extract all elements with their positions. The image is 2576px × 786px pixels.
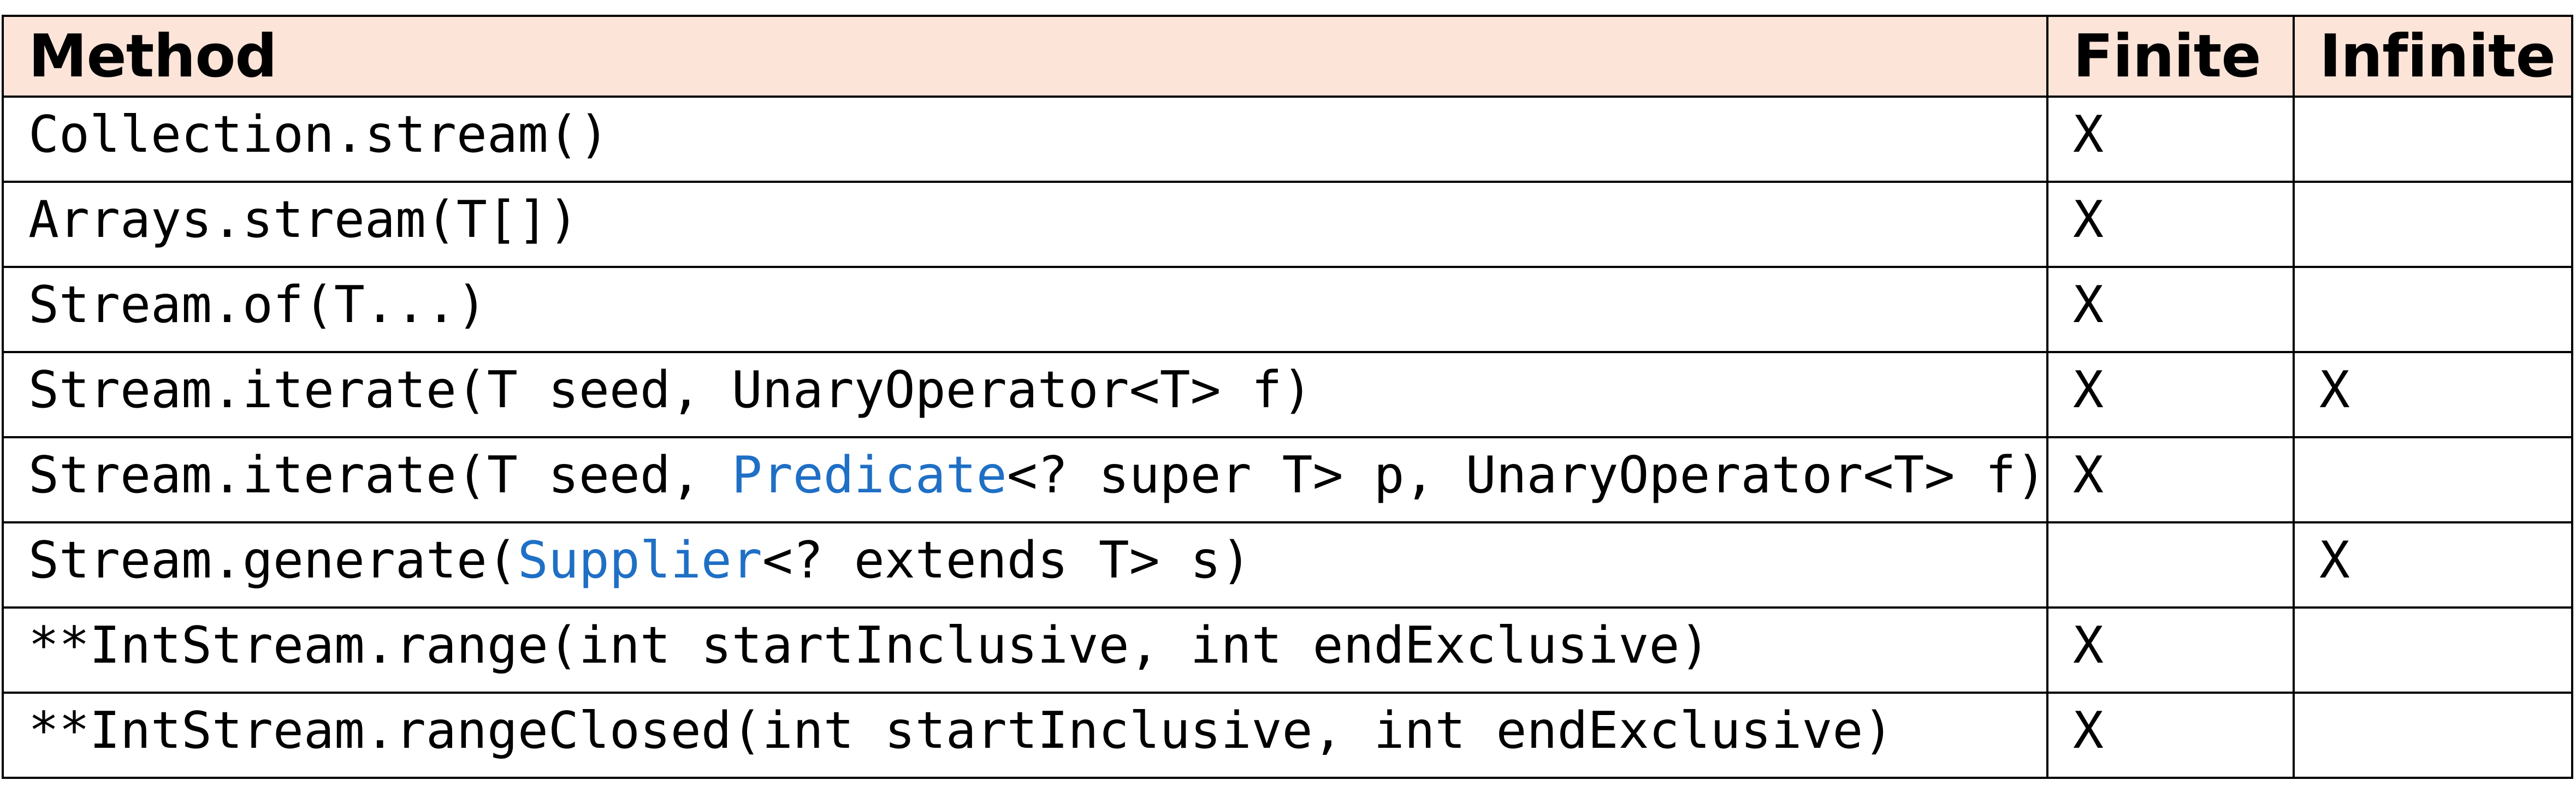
- table-row: Stream.generate(Supplier<? extends T> s)…: [2, 521, 2573, 609]
- supplier-link[interactable]: Supplier: [518, 531, 762, 590]
- method-text: Stream.iterate(T seed, UnaryOperator<T> …: [28, 360, 1313, 419]
- finite-cell: X: [2046, 266, 2295, 353]
- finite-cell: X: [2046, 606, 2295, 694]
- table-row: **IntStream.rangeClosed(int startInclusi…: [2, 692, 2573, 779]
- method-text-suffix: <? extends T> s): [762, 531, 1252, 590]
- method-cell: Stream.iterate(T seed, UnaryOperator<T> …: [2, 351, 2048, 438]
- method-text-suffix: <? super T> p, UnaryOperator<T> f): [1006, 445, 2047, 504]
- method-cell: Collection.stream(): [2, 96, 2048, 183]
- column-header-method: Method: [2, 15, 2048, 98]
- infinite-cell: [2293, 96, 2573, 183]
- method-text: Stream.of(T...): [28, 275, 487, 334]
- stream-methods-table: Method Finite Infinite Collection.stream…: [2, 15, 2573, 779]
- table-row: Arrays.stream(T[]) X: [2, 181, 2573, 268]
- method-text: Arrays.stream(T[]): [28, 190, 579, 249]
- method-cell: Stream.iterate(T seed, Predicate<? super…: [2, 436, 2048, 523]
- method-cell: **IntStream.rangeClosed(int startInclusi…: [2, 692, 2048, 779]
- method-text: Stream.iterate(T seed,: [28, 445, 732, 504]
- infinite-cell: [2293, 436, 2573, 523]
- column-header-infinite: Infinite: [2293, 15, 2573, 98]
- method-text: Stream.generate(: [28, 531, 518, 590]
- column-header-finite: Finite: [2046, 15, 2295, 98]
- method-text: Collection.stream(): [28, 105, 609, 164]
- method-cell: Stream.generate(Supplier<? extends T> s): [2, 521, 2048, 609]
- finite-cell: [2046, 521, 2295, 609]
- method-cell: Arrays.stream(T[]): [2, 181, 2048, 268]
- stream-methods-table-container: Method Finite Infinite Collection.stream…: [2, 15, 2573, 779]
- infinite-cell: [2293, 181, 2573, 268]
- table-header-row: Method Finite Infinite: [2, 15, 2573, 98]
- infinite-cell: X: [2293, 351, 2573, 438]
- finite-cell: X: [2046, 436, 2295, 523]
- method-cell: **IntStream.range(int startInclusive, in…: [2, 606, 2048, 694]
- infinite-cell: [2293, 692, 2573, 779]
- table-row: Stream.of(T...) X: [2, 266, 2573, 353]
- method-text: **IntStream.rangeClosed(int startInclusi…: [28, 701, 1894, 760]
- predicate-link[interactable]: Predicate: [732, 445, 1007, 504]
- method-text: **IntStream.range(int startInclusive, in…: [28, 616, 1710, 675]
- table-row: Collection.stream() X: [2, 96, 2573, 183]
- finite-cell: X: [2046, 181, 2295, 268]
- infinite-cell: [2293, 606, 2573, 694]
- method-cell: Stream.of(T...): [2, 266, 2048, 353]
- finite-cell: X: [2046, 692, 2295, 779]
- infinite-cell: X: [2293, 521, 2573, 609]
- table-row: Stream.iterate(T seed, Predicate<? super…: [2, 436, 2573, 523]
- table-row: Stream.iterate(T seed, UnaryOperator<T> …: [2, 351, 2573, 438]
- finite-cell: X: [2046, 96, 2295, 183]
- finite-cell: X: [2046, 351, 2295, 438]
- table-row: **IntStream.range(int startInclusive, in…: [2, 606, 2573, 694]
- infinite-cell: [2293, 266, 2573, 353]
